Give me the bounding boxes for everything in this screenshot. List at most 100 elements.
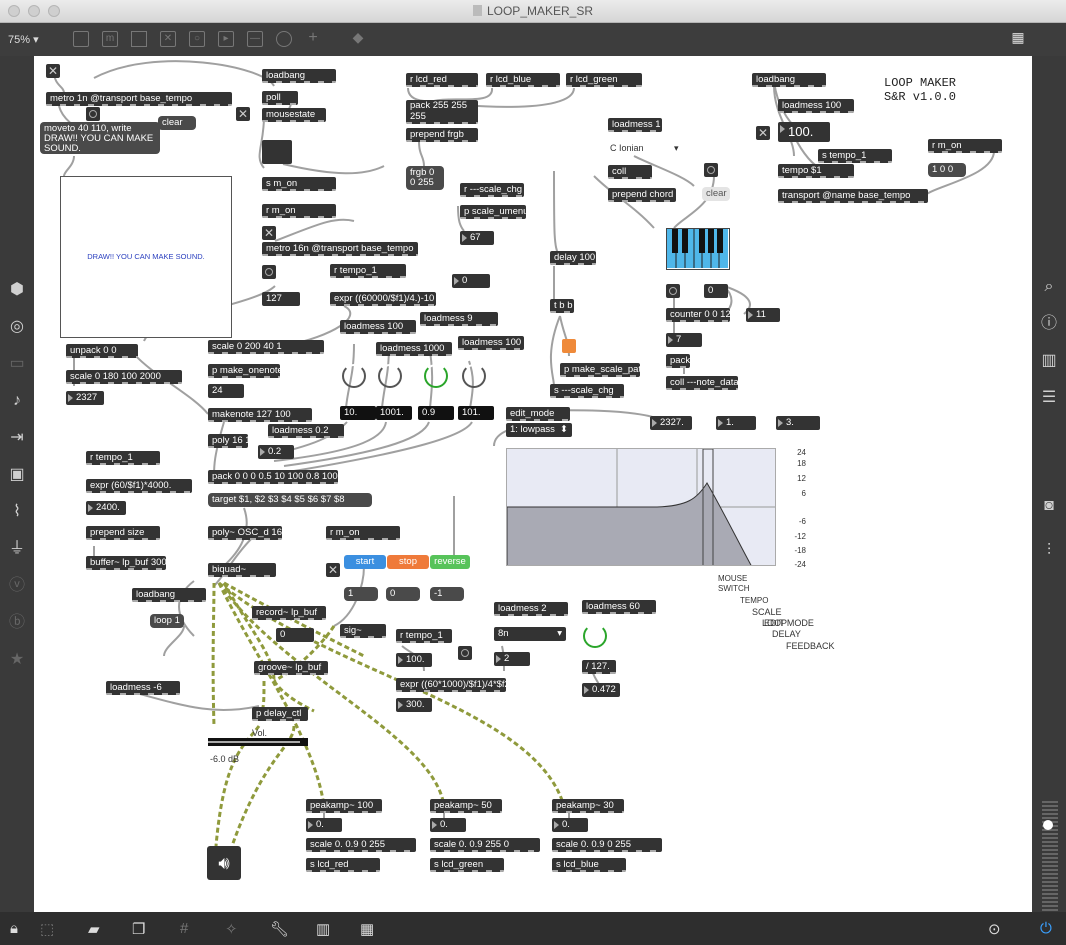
scale-freq-object[interactable]: scale 0 180 100 2000 — [66, 370, 182, 384]
receive-m-on-c[interactable]: r m_on — [928, 139, 1002, 153]
media-icon[interactable]: ▭ — [0, 354, 34, 374]
decay-dial[interactable] — [378, 364, 402, 388]
paperclip-icon[interactable]: ⌇ — [0, 502, 34, 522]
record-toggle[interactable]: ✕ — [326, 563, 340, 577]
step-icon[interactable]: ⇥ — [0, 428, 34, 448]
metro-object[interactable]: metro 1n @transport base_tempo — [46, 92, 232, 106]
sustain-dial[interactable] — [424, 364, 448, 388]
speaker-icon[interactable]: 🔊︎ — [207, 846, 241, 880]
search-icon[interactable]: ⌕ — [1032, 277, 1066, 297]
trigger-object[interactable]: t b b — [550, 299, 574, 313]
speech-bubble-icon[interactable]: ▰ — [88, 920, 100, 938]
peak-number-2[interactable]: 0. — [430, 818, 466, 832]
loadbang-object[interactable]: loadbang — [262, 69, 336, 83]
clear-message[interactable]: clear — [158, 116, 196, 130]
new-object-icon[interactable]: m — [102, 31, 118, 47]
delay-bang[interactable] — [458, 646, 472, 660]
tempo-number[interactable]: 100. — [778, 122, 830, 142]
keyboard-icon[interactable]: ▦ — [360, 920, 374, 938]
buffer-size-number[interactable]: 2400. — [86, 501, 126, 515]
dial-icon[interactable] — [276, 31, 292, 47]
start-message[interactable]: 1 — [344, 587, 378, 601]
bang-button[interactable] — [86, 107, 100, 121]
receive-tempo-c[interactable]: r tempo_1 — [396, 629, 452, 643]
loadbang-c[interactable]: loadbang — [752, 73, 826, 87]
paint-bucket-icon[interactable]: ◆ — [350, 30, 366, 47]
scale-bang-button[interactable] — [562, 339, 576, 353]
velocity-number[interactable]: 127 — [262, 292, 300, 306]
music-note-icon[interactable]: ♪ — [0, 391, 34, 411]
slider-icon[interactable]: — — [247, 31, 263, 47]
pack-env-object[interactable]: pack 0 0 0 0.5 10 100 0.8 1000 — [208, 470, 338, 484]
magnet-icon[interactable]: ✧ — [225, 920, 238, 938]
coll-note-data[interactable]: coll ---note_data — [666, 376, 738, 390]
image-icon[interactable]: ▣ — [0, 465, 34, 485]
loadmess-100-b[interactable]: loadmess 100 — [458, 336, 524, 350]
loadmess-60[interactable]: loadmess 60 — [582, 600, 656, 614]
dial-value-3[interactable]: 0.9 — [418, 406, 454, 420]
attack-dial[interactable] — [342, 364, 366, 388]
frgb-message[interactable]: frgb 0 0 255 — [406, 166, 444, 190]
poly-osc-object[interactable]: poly~ OSC_d 16 — [208, 526, 282, 540]
receive-m-on-object[interactable]: r m_on — [262, 204, 336, 218]
biquad-object[interactable]: biquad~ — [208, 563, 276, 577]
filter-graph[interactable] — [506, 448, 776, 566]
prepend-chord-object[interactable]: prepend chord — [608, 188, 676, 202]
record-number[interactable]: 0 — [276, 628, 314, 642]
loadmess-2[interactable]: loadmess 2 — [494, 602, 568, 616]
loadmess-1000[interactable]: loadmess 1000 — [376, 342, 452, 356]
tempo-number-b[interactable]: 100. — [396, 653, 432, 667]
divide-object[interactable]: / 127. — [582, 660, 616, 674]
loadmess-1[interactable]: loadmess 1 — [608, 118, 662, 132]
receive-lcd-green[interactable]: r lcd_green — [566, 73, 642, 87]
counter-object[interactable]: counter 0 0 12 — [666, 308, 730, 322]
receive-tempo[interactable]: r tempo_1 — [330, 264, 406, 278]
grid-snap-icon[interactable]: # — [180, 920, 188, 937]
reverse-message[interactable]: -1 — [430, 587, 464, 601]
receive-tempo-b[interactable]: r tempo_1 — [86, 451, 160, 465]
send-lcd-red[interactable]: s lcd_red — [306, 858, 380, 872]
expr-duration[interactable]: expr ((60000/$f1)/4.)-10 — [330, 292, 436, 306]
piano-icon[interactable]: ▥ — [316, 920, 330, 938]
send-m-on-object[interactable]: s m_on — [262, 177, 336, 191]
poll-object[interactable]: poll — [262, 91, 298, 105]
v-icon[interactable]: ⓥ — [0, 576, 34, 596]
send-lcd-blue[interactable]: s lcd_blue — [552, 858, 626, 872]
dial-value-1[interactable]: 10. — [340, 406, 376, 420]
note-number[interactable]: 24 — [208, 384, 244, 398]
metro-16n-object[interactable]: metro 16n @transport base_tempo — [262, 242, 418, 256]
tempo-toggle[interactable]: ✕ — [756, 126, 770, 140]
mixer-icon[interactable]: ⫶ — [1032, 541, 1066, 561]
target-message[interactable]: target $1, $2 $3 $4 $5 $6 $7 $8 — [208, 493, 372, 507]
transport-object[interactable]: transport @name base_tempo — [778, 189, 928, 203]
makenote-object[interactable]: makenote 127 100 — [208, 408, 312, 422]
buffer-object[interactable]: buffer~ lp_buf 3000 — [86, 556, 166, 570]
edit-icon[interactable]: ⬚ — [40, 920, 54, 938]
pack-object[interactable]: pack — [666, 354, 690, 368]
wrench-icon[interactable]: 🔧︎ — [270, 920, 289, 938]
send-lcd-green[interactable]: s lcd_green — [430, 858, 504, 872]
record-object[interactable]: record~ lp_buf — [252, 606, 326, 620]
counter-number[interactable]: 0 — [704, 284, 728, 298]
counter-bang[interactable] — [666, 284, 680, 298]
peak-number-1[interactable]: 0. — [306, 818, 342, 832]
windows-icon[interactable]: ❐ — [132, 920, 145, 938]
keyboard-bang[interactable] — [704, 163, 718, 177]
receive-m-on-b[interactable]: r m_on — [326, 526, 400, 540]
gain-number[interactable]: 1. — [716, 416, 756, 430]
info-icon[interactable]: ⓘ — [1032, 314, 1066, 334]
add-icon[interactable]: + — [305, 30, 321, 47]
tempo-message[interactable]: tempo $1 — [778, 164, 854, 178]
expr-delay-time[interactable]: expr ((60*1000)/$f1)/4*$f2 — [396, 678, 506, 692]
scale-red[interactable]: scale 0. 0.9 0 255 — [306, 838, 416, 852]
note-value-menu[interactable]: 8n ▾ — [494, 627, 566, 641]
mouse-toggle[interactable]: ✕ — [46, 64, 60, 78]
presentation-icon[interactable] — [73, 31, 89, 47]
metro-toggle[interactable]: ✕ — [262, 226, 276, 240]
loadmess-0-2[interactable]: loadmess 0.2 — [268, 424, 344, 438]
scale-number[interactable]: 67 — [460, 231, 494, 245]
reverse-button[interactable]: reverse — [430, 555, 470, 569]
scale-blue[interactable]: scale 0. 0.9 0 255 — [552, 838, 662, 852]
loadmess-100-a[interactable]: loadmess 100 — [340, 320, 416, 334]
edit-mode-object[interactable]: edit_mode — [506, 407, 570, 421]
